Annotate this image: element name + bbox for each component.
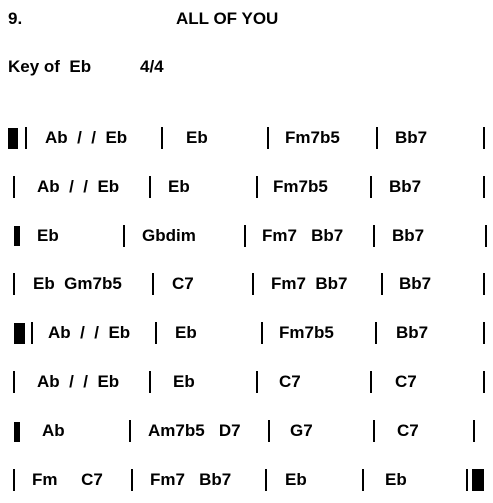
chord-measure: Fm7b5 [279,323,334,342]
rehearsal-marker [14,323,25,344]
barline [129,420,131,442]
chord-measure: Ab / / Eb [45,128,128,147]
barline [373,420,375,442]
chord-measure: Eb [186,128,208,147]
barline [268,420,270,442]
barline [483,322,485,344]
chord-measure: Fm C7 [32,470,103,489]
barline [13,176,15,198]
chord-measure: Eb [385,470,407,489]
barline [381,273,383,295]
barline [375,322,377,344]
chord-measure: Ab / / Eb [37,372,120,391]
chord-measure: Gbdim [142,226,196,245]
barline [155,322,157,344]
barline [370,176,372,198]
chord-measure: Ab / / Eb [37,177,120,196]
chord-measure: C7 [395,372,417,391]
chord-measure: Ab / / Eb [48,323,131,342]
chord-measure: Bb7 [389,177,422,196]
time-signature: 4/4 [140,57,164,76]
barline [370,371,372,393]
chord-measure: Bb7 [395,128,428,147]
barline [161,127,163,149]
rehearsal-marker [14,226,20,246]
chord-measure: Fm7 Bb7 [262,226,344,245]
barline [149,176,151,198]
chord-measure: Eb [175,323,197,342]
barline [252,273,254,295]
chord-measure: Eb [168,177,190,196]
barline [362,469,364,491]
chord-measure: Ab [42,421,65,440]
chord-measure: Bb7 [392,226,425,245]
chord-measure: Eb [173,372,195,391]
chord-measure: C7 [279,372,301,391]
barline [483,371,485,393]
song-title: ALL OF YOU [176,9,279,28]
barline [13,469,15,491]
barline [25,127,27,149]
chord-measure: Fm7b5 [285,128,340,147]
barline [265,469,267,491]
barline [256,176,258,198]
barline [267,127,269,149]
chord-measure: C7 [172,274,194,293]
key-signature: Key of Eb [8,57,92,76]
final-barline-thin [466,469,468,491]
barline [152,273,154,295]
barline [256,371,258,393]
barline [261,322,263,344]
barline [244,225,246,247]
rehearsal-marker [14,422,20,442]
chord-measure: Eb Gm7b5 [33,274,122,293]
barline [123,225,125,247]
barline [485,225,487,247]
chord-measure: Eb [285,470,307,489]
chord-measure: Fm7 Bb7 [150,470,232,489]
barline [149,371,151,393]
barline [13,273,15,295]
chord-measure: Fm7 Bb7 [271,274,348,293]
chord-measure: Am7b5 D7 [148,421,241,440]
barline [131,469,133,491]
barline [31,322,33,344]
chord-measure: G7 [290,421,313,440]
song-number: 9. [8,9,23,28]
rehearsal-marker [8,128,18,149]
barline [373,225,375,247]
chord-measure: Fm7b5 [273,177,328,196]
barline [483,176,485,198]
barline [483,273,485,295]
chord-measure: Bb7 [396,323,429,342]
chord-measure: C7 [397,421,419,440]
barline [483,127,485,149]
chord-measure: Eb [37,226,59,245]
barline [376,127,378,149]
barline [13,371,15,393]
final-barline-thick [472,469,484,491]
barline [473,420,475,442]
chord-measure: Bb7 [399,274,432,293]
